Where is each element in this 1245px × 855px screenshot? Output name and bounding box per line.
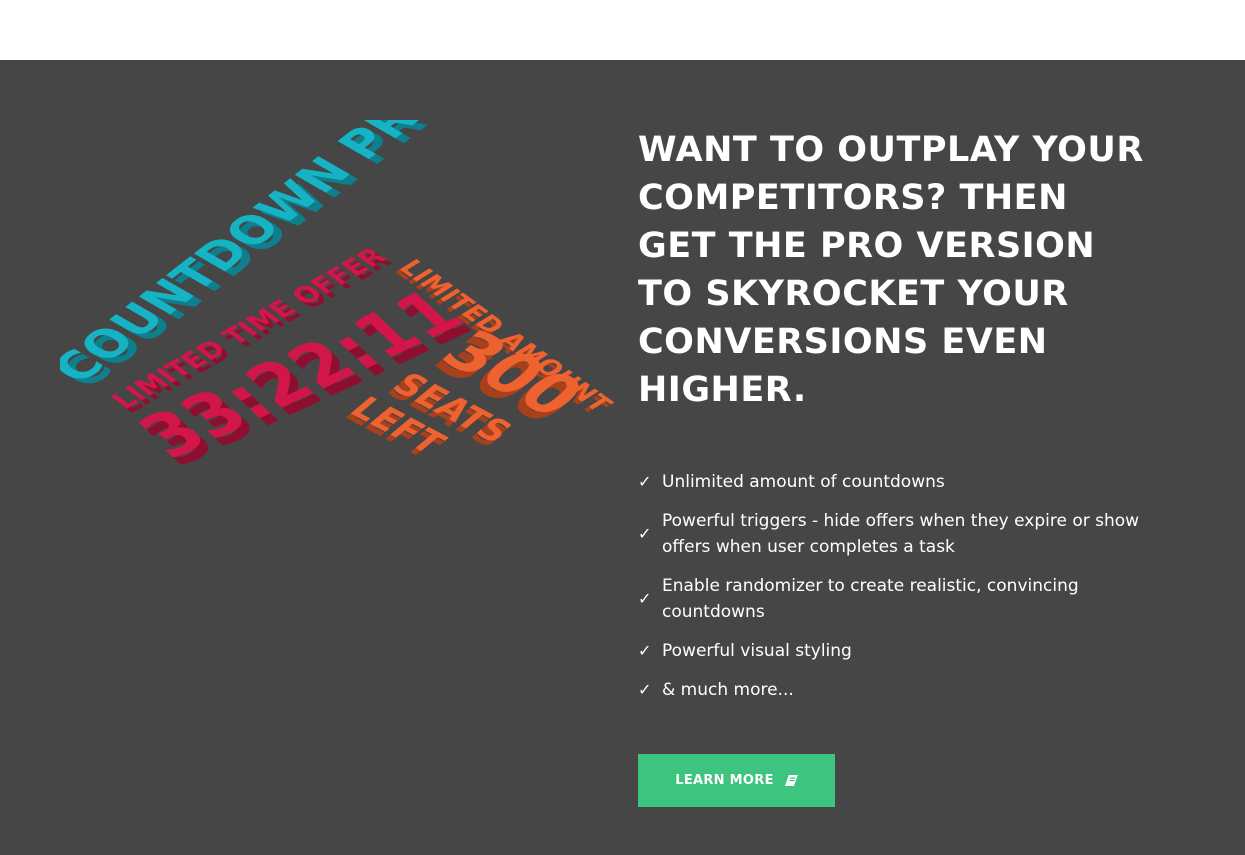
pro-promo-section: COUNTDOWN PRO COUNTDOWN PRO LIMITED TIME…: [0, 60, 1245, 855]
feature-text: Enable randomizer to create realistic, c…: [662, 576, 1079, 622]
feature-text: Powerful triggers - hide offers when the…: [662, 511, 1140, 557]
learn-more-label: LEARN MORE: [675, 773, 774, 788]
checkmark-icon: ✓: [638, 641, 652, 660]
promo-headline: WANT TO OUTPLAY YOUR COMPETITORS? THEN G…: [638, 130, 1144, 410]
checkmark-icon: ✓: [638, 524, 652, 543]
checkmark-icon: ✓: [638, 472, 652, 491]
feature-item: ✓ Powerful visual styling: [638, 638, 1158, 664]
feature-list: ✓ Unlimited amount of countdowns ✓ Power…: [638, 469, 1158, 716]
countdown-pro-illustration: COUNTDOWN PRO COUNTDOWN PRO LIMITED TIME…: [60, 120, 618, 479]
feature-text: Unlimited amount of countdowns: [662, 472, 945, 492]
feature-item: ✓ Enable randomizer to create realistic,…: [638, 573, 1158, 625]
book-icon: [784, 774, 798, 788]
checkmark-icon: ✓: [638, 680, 652, 699]
top-white-bar: [0, 0, 1245, 60]
feature-text: & much more...: [662, 680, 794, 700]
feature-item: ✓ Unlimited amount of countdowns: [638, 469, 1158, 495]
feature-text: Powerful visual styling: [662, 641, 852, 661]
checkmark-icon: ✓: [638, 589, 652, 608]
feature-item: ✓ & much more...: [638, 677, 1158, 703]
feature-item: ✓ Powerful triggers - hide offers when t…: [638, 508, 1158, 560]
learn-more-button[interactable]: LEARN MORE: [638, 754, 835, 807]
